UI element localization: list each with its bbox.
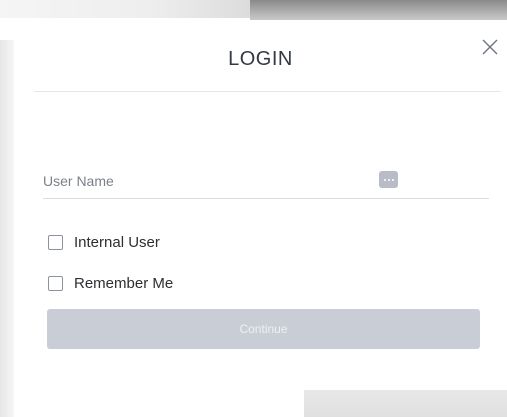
remember-me-label: Remember Me: [74, 275, 174, 292]
background-shade: [14, 390, 304, 417]
username-input[interactable]: [43, 168, 363, 194]
header-divider: [34, 91, 501, 92]
remember-me-option[interactable]: Remember Me: [48, 275, 173, 292]
dialog-title: LOGIN: [228, 48, 293, 70]
login-dialog: LOGIN Internal User Remember Me Continue: [14, 20, 507, 390]
internal-user-option[interactable]: Internal User: [48, 234, 160, 251]
close-icon[interactable]: [479, 36, 501, 58]
internal-user-label: Internal User: [74, 234, 160, 251]
background-shade: [0, 0, 250, 18]
internal-user-checkbox[interactable]: [48, 235, 63, 250]
username-field: [43, 168, 489, 199]
continue-button[interactable]: Continue: [47, 309, 480, 349]
more-dots-icon[interactable]: [379, 171, 398, 188]
remember-me-checkbox[interactable]: [48, 276, 63, 291]
background-shade: [0, 40, 14, 417]
